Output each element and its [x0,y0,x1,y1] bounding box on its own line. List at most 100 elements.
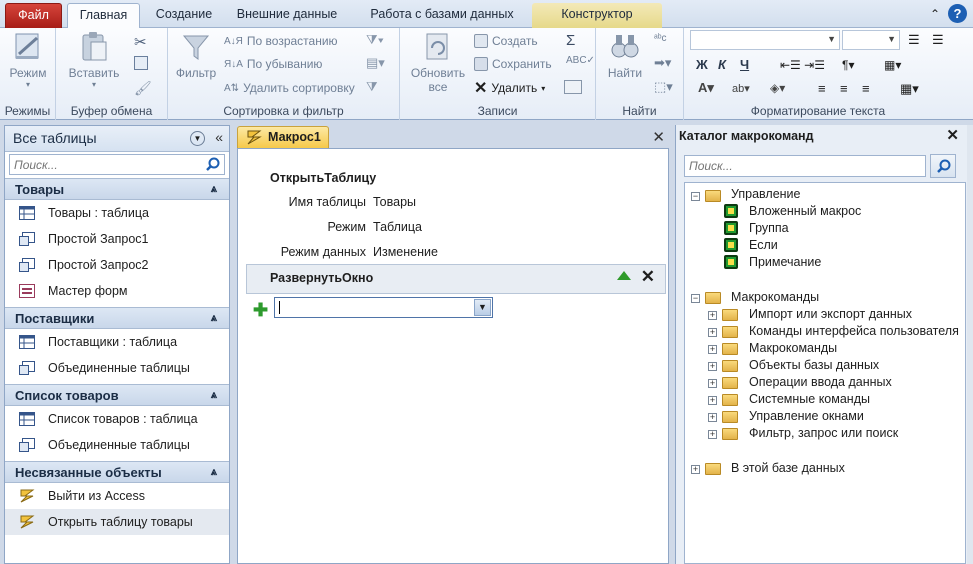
nav-item-query[interactable]: Простой Запрос1 [5,226,229,252]
filter-button[interactable]: Фильтр [172,30,220,80]
nav-header[interactable]: Все таблицы ▼ « [5,126,229,152]
tree-node-in-db[interactable]: В этой базе данных [731,460,845,477]
tab-home[interactable]: Главная [67,3,140,29]
nav-menu-icon[interactable]: ▼ [190,131,205,146]
expand-icon[interactable]: + [708,396,717,405]
help-icon[interactable]: ? [948,4,967,23]
highlight-icon[interactable]: ab▾ [732,82,750,95]
macro-action-block[interactable]: РазвернутьОкно ✕ [246,264,666,294]
bullets-icon[interactable]: ☰ [908,32,920,48]
close-icon[interactable]: ✕ [652,128,665,146]
expand-icon[interactable]: + [708,430,717,439]
font-size-select[interactable]: ▼ [842,30,900,50]
expand-icon[interactable]: + [708,328,717,337]
font-name-select[interactable]: ▼ [690,30,840,50]
catalog-search-input[interactable] [685,156,921,176]
copy-icon[interactable] [134,56,148,70]
tree-node[interactable]: Системные команды [749,391,870,408]
tree-node[interactable]: Импорт или экспорт данных [749,306,912,323]
tree-node-control[interactable]: Управление [731,186,801,203]
minimize-ribbon-icon[interactable]: ⌃ [930,7,940,21]
nav-group-suppliers[interactable]: Поставщики ⩓ [5,307,229,329]
tab-designer[interactable]: Конструктор [532,3,662,28]
indent-icon[interactable]: ⇤☰ ⇥☰ [780,58,825,72]
nav-item-table[interactable]: Список товаров : таблица [5,406,229,432]
underline-icon[interactable]: Ч [740,57,749,72]
macro-action-title[interactable]: ОткрытьТаблицу [270,171,376,185]
chevron-down-icon[interactable]: ▼ [474,299,491,316]
tree-node[interactable]: Операции ввода данных [749,374,892,391]
align-center-icon[interactable]: ≡ [840,81,848,96]
nav-item-query[interactable]: Простой Запрос2 [5,252,229,278]
expand-icon[interactable]: + [708,362,717,371]
view-mode-button[interactable]: Режим ▾ [4,30,52,89]
align-left-icon[interactable]: ≡ [818,81,826,96]
tree-node[interactable]: Объекты базы данных [749,357,879,374]
advanced-filter-icon[interactable]: ▤▾ [366,55,385,71]
tab-database-tools[interactable]: Работа с базами данных [354,3,530,28]
select-icon[interactable]: ⬚▾ [654,79,673,95]
macro-arg-value[interactable]: Товары [373,195,416,209]
italic-icon[interactable]: К [718,57,726,72]
paste-button[interactable]: Вставить ▾ [66,30,122,89]
paragraph-icon[interactable]: ¶▾ [842,58,854,72]
nav-item-query[interactable]: Объединенные таблицы [5,432,229,458]
nav-group-product-list[interactable]: Список товаров ⩓ [5,384,229,406]
document-tab-macro[interactable]: Макрос1 [237,126,329,148]
tree-node[interactable]: Команды интерфейса пользователя [749,323,959,340]
nav-item-query[interactable]: Объединенные таблицы [5,355,229,381]
selection-filter-icon[interactable]: ⧩▾ [366,32,384,48]
macro-arg-value[interactable]: Таблица [373,220,422,234]
sort-descending-button[interactable]: Я↓A По убыванию [224,54,322,74]
fill-color-icon[interactable]: ◈▾ [770,81,785,95]
align-right-icon[interactable]: ≡ [862,81,870,96]
nav-search-input[interactable] [10,155,190,174]
nav-group-tovary[interactable]: Товары ⩓ [5,178,229,200]
goto-icon[interactable]: ➡▾ [654,55,671,71]
collapse-icon[interactable]: − [691,294,700,303]
tree-node[interactable]: Фильтр, запрос или поиск [749,425,898,442]
font-color-icon[interactable]: A▾ [698,80,714,96]
totals-icon[interactable]: Σ [566,32,575,49]
expand-icon[interactable]: + [708,413,717,422]
numbering-icon[interactable]: ☰ [932,32,944,48]
catalog-search-button[interactable] [930,154,956,178]
macro-arg-value[interactable]: Изменение [373,245,438,259]
new-record-button[interactable]: Создать [474,31,538,51]
tree-node[interactable]: Управление окнами [749,408,864,425]
format-painter-icon[interactable]: 🖌 [134,80,152,97]
tree-leaf[interactable]: Примечание [749,254,821,271]
close-icon[interactable]: ✕ [946,125,959,147]
nav-item-table[interactable]: Поставщики : таблица [5,329,229,355]
expand-icon[interactable]: + [708,379,717,388]
tree-leaf[interactable]: Если [749,237,778,254]
expand-icon[interactable]: + [691,465,700,474]
search-icon[interactable] [204,156,222,173]
right-edge-scrollbar[interactable] [967,125,973,564]
nav-item-macro[interactable]: Открыть таблицу товары [5,509,229,535]
remove-sort-button[interactable]: A⇅ Удалить сортировку [224,78,355,98]
tree-node-actions[interactable]: Макрокоманды [731,289,819,306]
expand-icon[interactable]: + [708,311,717,320]
tree-leaf[interactable]: Вложенный макрос [749,203,861,220]
tab-create[interactable]: Создание [146,3,222,28]
nav-item-form[interactable]: Мастер форм [5,278,229,304]
toggle-filter-icon[interactable]: ⧩ [366,79,378,95]
replace-icon[interactable]: ᵃᵇc [654,33,667,44]
refresh-all-button[interactable]: Обновить все [404,30,472,94]
tab-external-data[interactable]: Внешние данные [228,3,346,28]
tree-leaf[interactable]: Группа [749,220,789,237]
sort-ascending-button[interactable]: A↓Я По возрастанию [224,31,338,51]
tree-node[interactable]: Макрокоманды [749,340,837,357]
nav-item-macro[interactable]: Выйти из Access [5,483,229,509]
expand-icon[interactable]: + [708,345,717,354]
spelling-icon[interactable]: ABC✓ [566,55,595,66]
delete-record-button[interactable]: ✕ Удалить ▾ [474,78,545,98]
save-record-button[interactable]: Сохранить [474,54,552,74]
bold-icon[interactable]: Ж [696,57,708,72]
collapse-icon[interactable]: − [691,192,700,201]
gridlines-icon[interactable]: ▦▾ [884,58,901,72]
move-up-icon[interactable] [617,271,631,280]
collapse-pane-icon[interactable]: « [215,129,223,145]
cut-icon[interactable]: ✂ [134,33,147,51]
